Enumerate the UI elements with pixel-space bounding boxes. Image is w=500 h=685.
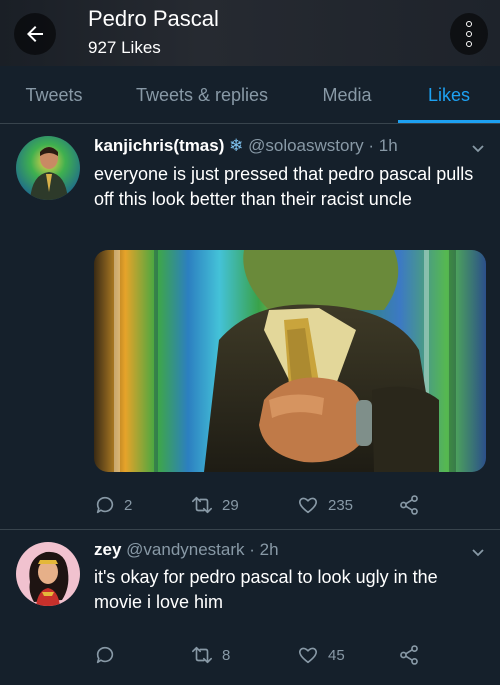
retweet-icon: [192, 646, 212, 664]
share-icon: [400, 645, 418, 665]
reply-button[interactable]: [94, 644, 124, 666]
chevron-down-icon[interactable]: [470, 140, 486, 156]
profile-tabs: Tweets Tweets & replies Media Likes: [0, 66, 500, 124]
tweet-text: everyone is just pressed that pedro pasc…: [94, 164, 474, 209]
tab-tweets-replies[interactable]: Tweets & replies: [108, 66, 296, 124]
snowflake-emoji: ❄: [229, 136, 244, 155]
reply-count: 2: [124, 496, 133, 514]
tweet-text: it's okay for pedro pascal to look ugly …: [94, 567, 438, 612]
user-handle[interactable]: @soloaswstory: [248, 136, 364, 155]
avatar[interactable]: [16, 136, 80, 200]
tweet-time: · 2h: [249, 540, 279, 559]
tweet-time: · 1h: [368, 136, 398, 155]
tweet-actions: 8 45: [94, 644, 474, 668]
tweet[interactable]: zey @vandynestark · 2h it's okay for ped…: [0, 530, 500, 685]
retweet-count: 8: [222, 646, 231, 664]
tweet-header: zey @vandynestark · 2h: [94, 540, 460, 560]
tweet[interactable]: kanjichris(tmas) ❄ @soloaswstory · 1h ev…: [0, 124, 500, 530]
display-name[interactable]: zey: [94, 540, 121, 559]
tab-tweets[interactable]: Tweets: [0, 66, 108, 124]
retweet-button[interactable]: 29: [190, 494, 239, 516]
reply-button[interactable]: 2: [94, 494, 132, 516]
like-button[interactable]: 45: [296, 644, 345, 666]
retweet-icon: [192, 496, 212, 514]
like-count: 235: [328, 496, 354, 514]
profile-name: Pedro Pascal: [88, 6, 219, 31]
heart-icon: [298, 497, 318, 514]
tweet-media[interactable]: [94, 250, 486, 472]
tweet-photo: [94, 250, 486, 472]
retweet-count: 29: [222, 496, 239, 514]
tab-likes[interactable]: Likes: [398, 66, 500, 124]
more-icon-dot: [466, 41, 472, 47]
retweet-button[interactable]: 8: [190, 644, 230, 666]
avatar-image: [16, 542, 80, 606]
profile-header: Pedro Pascal 927 Likes: [0, 0, 500, 66]
display-name[interactable]: kanjichris(tmas): [94, 136, 224, 155]
arrow-left-icon: [27, 26, 43, 42]
share-icon: [400, 495, 418, 515]
reply-icon: [96, 646, 114, 664]
more-options-button[interactable]: [450, 13, 488, 55]
more-icon: [466, 21, 472, 27]
share-button[interactable]: [398, 644, 420, 666]
chevron-down-icon[interactable]: [470, 544, 486, 560]
back-button[interactable]: [14, 13, 56, 55]
active-tab-indicator: [398, 120, 500, 123]
heart-icon: [298, 647, 318, 664]
tab-media[interactable]: Media: [296, 66, 398, 124]
share-button[interactable]: [398, 494, 420, 516]
tweet-header: kanjichris(tmas) ❄ @soloaswstory · 1h: [94, 136, 460, 156]
more-icon-dot: [466, 31, 472, 37]
likes-count: 927 Likes: [88, 38, 161, 57]
user-handle[interactable]: @vandynestark: [126, 540, 244, 559]
like-button[interactable]: 235: [296, 494, 353, 516]
tweet-actions: 2 29 235: [94, 494, 474, 518]
reply-icon: [96, 496, 114, 514]
avatar[interactable]: [16, 542, 80, 606]
like-count: 45: [328, 646, 345, 664]
avatar-image: [16, 136, 80, 200]
